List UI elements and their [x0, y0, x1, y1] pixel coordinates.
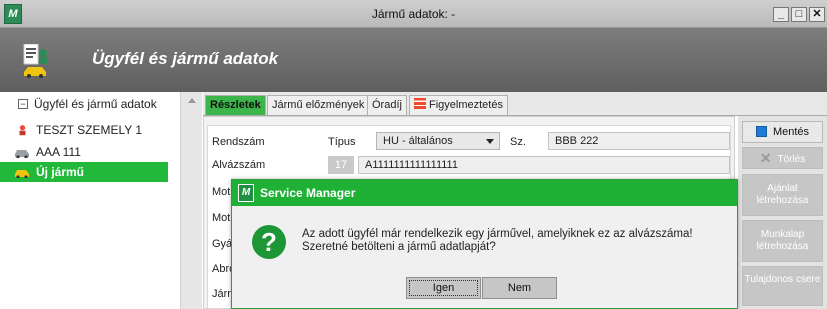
collapse-icon[interactable]: − [18, 99, 28, 109]
save-icon [755, 126, 767, 137]
create-quote-button[interactable]: Ajánlat létrehozása [742, 174, 823, 216]
tree-item-label: AAA 111 [36, 145, 81, 159]
vin-label: Alvázszám [212, 159, 266, 171]
chevron-down-icon [486, 139, 494, 144]
customer-vehicle-icon [23, 44, 47, 78]
partial-label: Mot [212, 212, 231, 224]
dialog-title: Service Manager [260, 186, 356, 200]
vin-field[interactable]: A1111111111111111 [358, 156, 730, 174]
tree-item-customer[interactable]: TESZT SZEMELY 1 [0, 120, 168, 140]
tree-item-label: TESZT SZEMELY 1 [36, 123, 143, 137]
question-icon: ? [252, 225, 286, 259]
dialog-message-line2: Szeretné betölteni a jármű adatlapját? [302, 241, 496, 253]
warning-flag-icon [414, 98, 426, 109]
delete-label: Törlés [777, 154, 806, 165]
yes-button[interactable]: Igen [406, 277, 481, 299]
tree-root-item[interactable]: − Ügyfél és jármű adatok [0, 94, 168, 114]
tree-item-vehicle-aaa111[interactable]: AAA 111 [0, 142, 168, 162]
type-select-value: HU - általános [383, 135, 453, 147]
plate-label: Rendszám [212, 136, 265, 148]
window-title: Jármű adatok: - [371, 7, 456, 21]
delete-button[interactable]: ✕ Törlés [742, 147, 823, 169]
minimize-button[interactable]: _ [773, 7, 789, 22]
car-icon [15, 150, 29, 158]
sz-label: Sz. [510, 136, 526, 148]
create-worksheet-button[interactable]: Munkalap létrehozása [742, 220, 823, 262]
tab-warnings[interactable]: Figyelmeztetés [409, 95, 508, 115]
confirm-dialog: M Service Manager ? Az adott ügyfél már … [231, 179, 738, 309]
dialog-message: Az adott ügyfél már rendelkezik egy járm… [302, 228, 727, 254]
save-label: Mentés [772, 126, 810, 138]
close-button[interactable]: ✕ [809, 7, 825, 22]
tab-details[interactable]: Részletek [205, 95, 266, 115]
tree-scrollbar[interactable] [180, 92, 202, 309]
customer-vehicle-tree: − Ügyfél és jármű adatok TESZT SZEMELY 1… [0, 92, 183, 309]
car-icon [15, 170, 29, 178]
no-button[interactable]: Nem [482, 277, 557, 299]
tab-warnings-label: Figyelmeztetés [429, 99, 503, 111]
tree-root-label: Ügyfél és jármű adatok [34, 97, 157, 111]
tree-item-label: Új jármű [36, 165, 85, 179]
action-panel: Mentés ✕ Törlés Ajánlat létrehozása Munka… [738, 116, 827, 309]
save-button[interactable]: Mentés [742, 121, 823, 143]
partial-label: Mot [212, 186, 231, 198]
maximize-button[interactable]: □ [791, 7, 807, 22]
tab-hourly-rate[interactable]: Óradíj [367, 95, 407, 115]
window-titlebar: M Jármű adatok: - _ □ ✕ [0, 0, 827, 28]
scroll-up-icon[interactable] [188, 98, 196, 103]
page-title: Ügyfél és jármű adatok [92, 49, 279, 68]
page-header: Ügyfél és jármű adatok [0, 28, 827, 92]
person-icon [19, 125, 26, 136]
tab-bar: Részletek Jármű előzmények Óradíj Figyel… [203, 92, 827, 116]
owner-change-button[interactable]: Tulajdonos csere [742, 266, 823, 306]
dialog-message-line1: Az adott ügyfél már rendelkezik egy járm… [302, 228, 693, 240]
partial-label: Járr [212, 288, 231, 300]
type-label: Típus [328, 136, 356, 148]
app-logo-icon: M [238, 184, 254, 202]
vin-length-badge: 17 [328, 156, 354, 174]
tab-vehicle-history[interactable]: Jármű előzmények [267, 95, 370, 115]
type-select[interactable]: HU - általános [376, 132, 500, 150]
partial-label: Gyá [212, 238, 233, 250]
tree-item-new-vehicle[interactable]: Új jármű [0, 162, 168, 182]
sz-field[interactable]: BBB 222 [548, 132, 730, 150]
delete-icon: ✕ [759, 150, 772, 166]
dialog-titlebar[interactable]: M Service Manager [232, 180, 737, 206]
